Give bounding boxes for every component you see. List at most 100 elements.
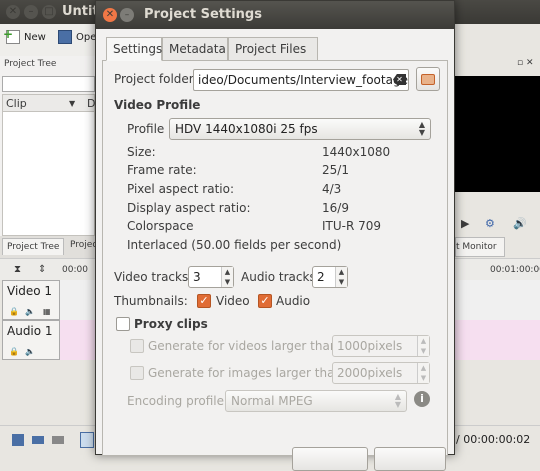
- lock-icon[interactable]: 🔒: [9, 347, 19, 356]
- main-toolbar: + New Ope: [0, 24, 100, 56]
- video-tracks-spinbox[interactable]: 3 ▲ ▼: [188, 266, 234, 288]
- spin-arrows-icon[interactable]: ▲ ▼: [335, 267, 347, 287]
- proxy-videos-checkbox[interactable]: [130, 339, 144, 353]
- close-icon[interactable]: ✕: [103, 8, 117, 22]
- video-profile-heading: Video Profile: [114, 98, 201, 112]
- zoom-fit-icon[interactable]: ⧗: [14, 264, 21, 275]
- minimize-icon[interactable]: –: [24, 5, 38, 19]
- proxy-videos-spinbox[interactable]: 1000pixels ▲ ▼: [332, 335, 430, 357]
- close-icon[interactable]: ✕: [6, 5, 20, 19]
- project-settings-dialog: ✕ – Project Settings Settings Metadata P…: [95, 0, 455, 471]
- open-button[interactable]: Ope: [58, 30, 96, 48]
- new-icon: +: [3, 27, 20, 44]
- tab-project-files[interactable]: Project Files: [228, 37, 318, 61]
- video-tracks-value: 3: [193, 270, 201, 284]
- monitor-tab-label: t Monitor: [456, 242, 497, 252]
- proxy-videos-value: 1000pixels: [337, 339, 403, 353]
- tab-project-other[interactable]: Projec: [70, 240, 97, 250]
- minimize-icon[interactable]: –: [120, 8, 134, 22]
- monitor-controls: ▶ ⚙ 🔊: [455, 214, 540, 236]
- open-icon: [58, 30, 72, 44]
- encoding-profile-label: Encoding profile: [127, 394, 225, 408]
- ruler-right-time: 00:01:00:00: [490, 265, 540, 275]
- track-label: Video 1: [7, 284, 53, 298]
- razor-tool-icon[interactable]: [32, 436, 44, 444]
- updown-arrow-icon: ▲ ▼: [394, 392, 401, 409]
- mute-icon[interactable]: 🔈: [25, 347, 35, 356]
- video-thumbnails-checkbox[interactable]: ✓: [197, 294, 211, 308]
- project-folder-label: Project folder: [114, 72, 194, 86]
- open-label: Ope: [76, 32, 97, 43]
- interlaced-info: Interlaced (50.00 fields per second): [127, 238, 342, 252]
- snap-icon[interactable]: ⇕: [38, 264, 46, 275]
- track-header-video[interactable]: Video 1 🔒 🔈 ▦: [2, 280, 60, 320]
- spacer-tool-icon[interactable]: [52, 436, 64, 444]
- lock-icon[interactable]: 🔒: [9, 307, 19, 316]
- spin-arrows-icon[interactable]: ▲ ▼: [417, 363, 429, 383]
- spin-arrows-icon[interactable]: ▲ ▼: [221, 267, 233, 287]
- proxy-images-label: Generate for images larger than: [148, 366, 343, 380]
- audio-tracks-spinbox[interactable]: 2 ▲ ▼: [312, 266, 348, 288]
- proxy-videos-label: Generate for videos larger than: [148, 339, 338, 353]
- colorspace-label: Colorspace: [127, 219, 194, 233]
- audio-thumbnails-checkbox[interactable]: ✓: [258, 294, 272, 308]
- display-aspect-value: 16/9: [322, 201, 349, 215]
- colorspace-value: ITU-R 709: [322, 219, 382, 233]
- new-label: New: [24, 32, 46, 43]
- ruler-start-time: 00:00: [62, 265, 88, 275]
- project-search-input[interactable]: [2, 76, 95, 92]
- audio-tracks-value: 2: [317, 270, 325, 284]
- display-aspect-label: Display aspect ratio:: [127, 201, 251, 215]
- frame-rate-label: Frame rate:: [127, 163, 197, 177]
- timecode-display: / 00:00:00:02: [456, 433, 531, 446]
- bottom-tabs: Project Tree Projec: [0, 236, 97, 258]
- play-icon[interactable]: ▶: [461, 217, 469, 230]
- folder-icon: [421, 74, 435, 85]
- maximize-icon[interactable]: □: [42, 5, 56, 19]
- project-folder-input[interactable]: ideo/Documents/Interview_footage ✕: [193, 69, 409, 91]
- updown-arrow-icon: ▲ ▼: [418, 120, 425, 137]
- tab-monitor[interactable]: t Monitor: [455, 237, 505, 257]
- pixel-aspect-value: 4/3: [322, 182, 342, 196]
- project-tree-title: Project Tree: [4, 59, 57, 69]
- info-icon[interactable]: i: [414, 391, 430, 407]
- monitor-screen[interactable]: [455, 76, 540, 192]
- settings-icon[interactable]: ⚙: [485, 217, 495, 230]
- audio-tracks-label: Audio tracks: [241, 270, 316, 284]
- pixel-aspect-label: Pixel aspect ratio:: [127, 182, 235, 196]
- proxy-clips-checkbox[interactable]: [116, 317, 130, 331]
- tab-metadata[interactable]: Metadata: [162, 37, 228, 61]
- project-clip-list[interactable]: [2, 112, 95, 236]
- profile-select[interactable]: HDV 1440x1080i 25 fps ▲ ▼: [169, 118, 431, 140]
- proxy-images-value: 2000pixels: [337, 366, 403, 380]
- proxy-images-spinbox[interactable]: 2000pixels ▲ ▼: [332, 362, 430, 384]
- video-thumbnails-label: Video: [216, 294, 250, 308]
- video-tracks-label: Video tracks: [114, 270, 189, 284]
- proxy-images-checkbox[interactable]: [130, 366, 144, 380]
- mute-icon[interactable]: 🔈: [25, 307, 35, 316]
- pointer-icon[interactable]: [80, 432, 94, 448]
- volume-icon[interactable]: 🔊: [513, 217, 527, 230]
- size-value: 1440x1080: [322, 145, 391, 159]
- thumbnails-label: Thumbnails:: [114, 294, 188, 308]
- clip-column-header[interactable]: Clip: [6, 97, 27, 110]
- ok-button[interactable]: [374, 447, 446, 471]
- tab-settings[interactable]: Settings: [106, 37, 162, 61]
- project-tree-panel: Project Tree Clip ▼ D: [0, 56, 97, 236]
- cancel-button[interactable]: [292, 447, 368, 471]
- film-icon[interactable]: ▦: [43, 307, 51, 316]
- encoding-profile-select[interactable]: Normal MPEG ▲ ▼: [225, 390, 407, 412]
- dialog-titlebar[interactable]: ✕ – Project Settings: [96, 1, 454, 29]
- size-label: Size:: [127, 145, 156, 159]
- panel-float-icon[interactable]: ▫ ✕: [517, 58, 534, 68]
- track-header-audio[interactable]: Audio 1 🔒 🔈: [2, 320, 60, 360]
- browse-folder-button[interactable]: [416, 67, 440, 91]
- selection-tool-icon[interactable]: [12, 434, 24, 446]
- tab-project-tree[interactable]: Project Tree: [2, 238, 65, 255]
- spin-arrows-icon[interactable]: ▲ ▼: [417, 336, 429, 356]
- sort-arrow-icon: ▼: [69, 99, 76, 108]
- profile-value: HDV 1440x1080i 25 fps: [175, 122, 318, 136]
- new-button[interactable]: + New: [3, 27, 46, 48]
- project-tree-header: Clip ▼ D: [2, 94, 95, 112]
- proxy-clips-label: Proxy clips: [134, 317, 208, 331]
